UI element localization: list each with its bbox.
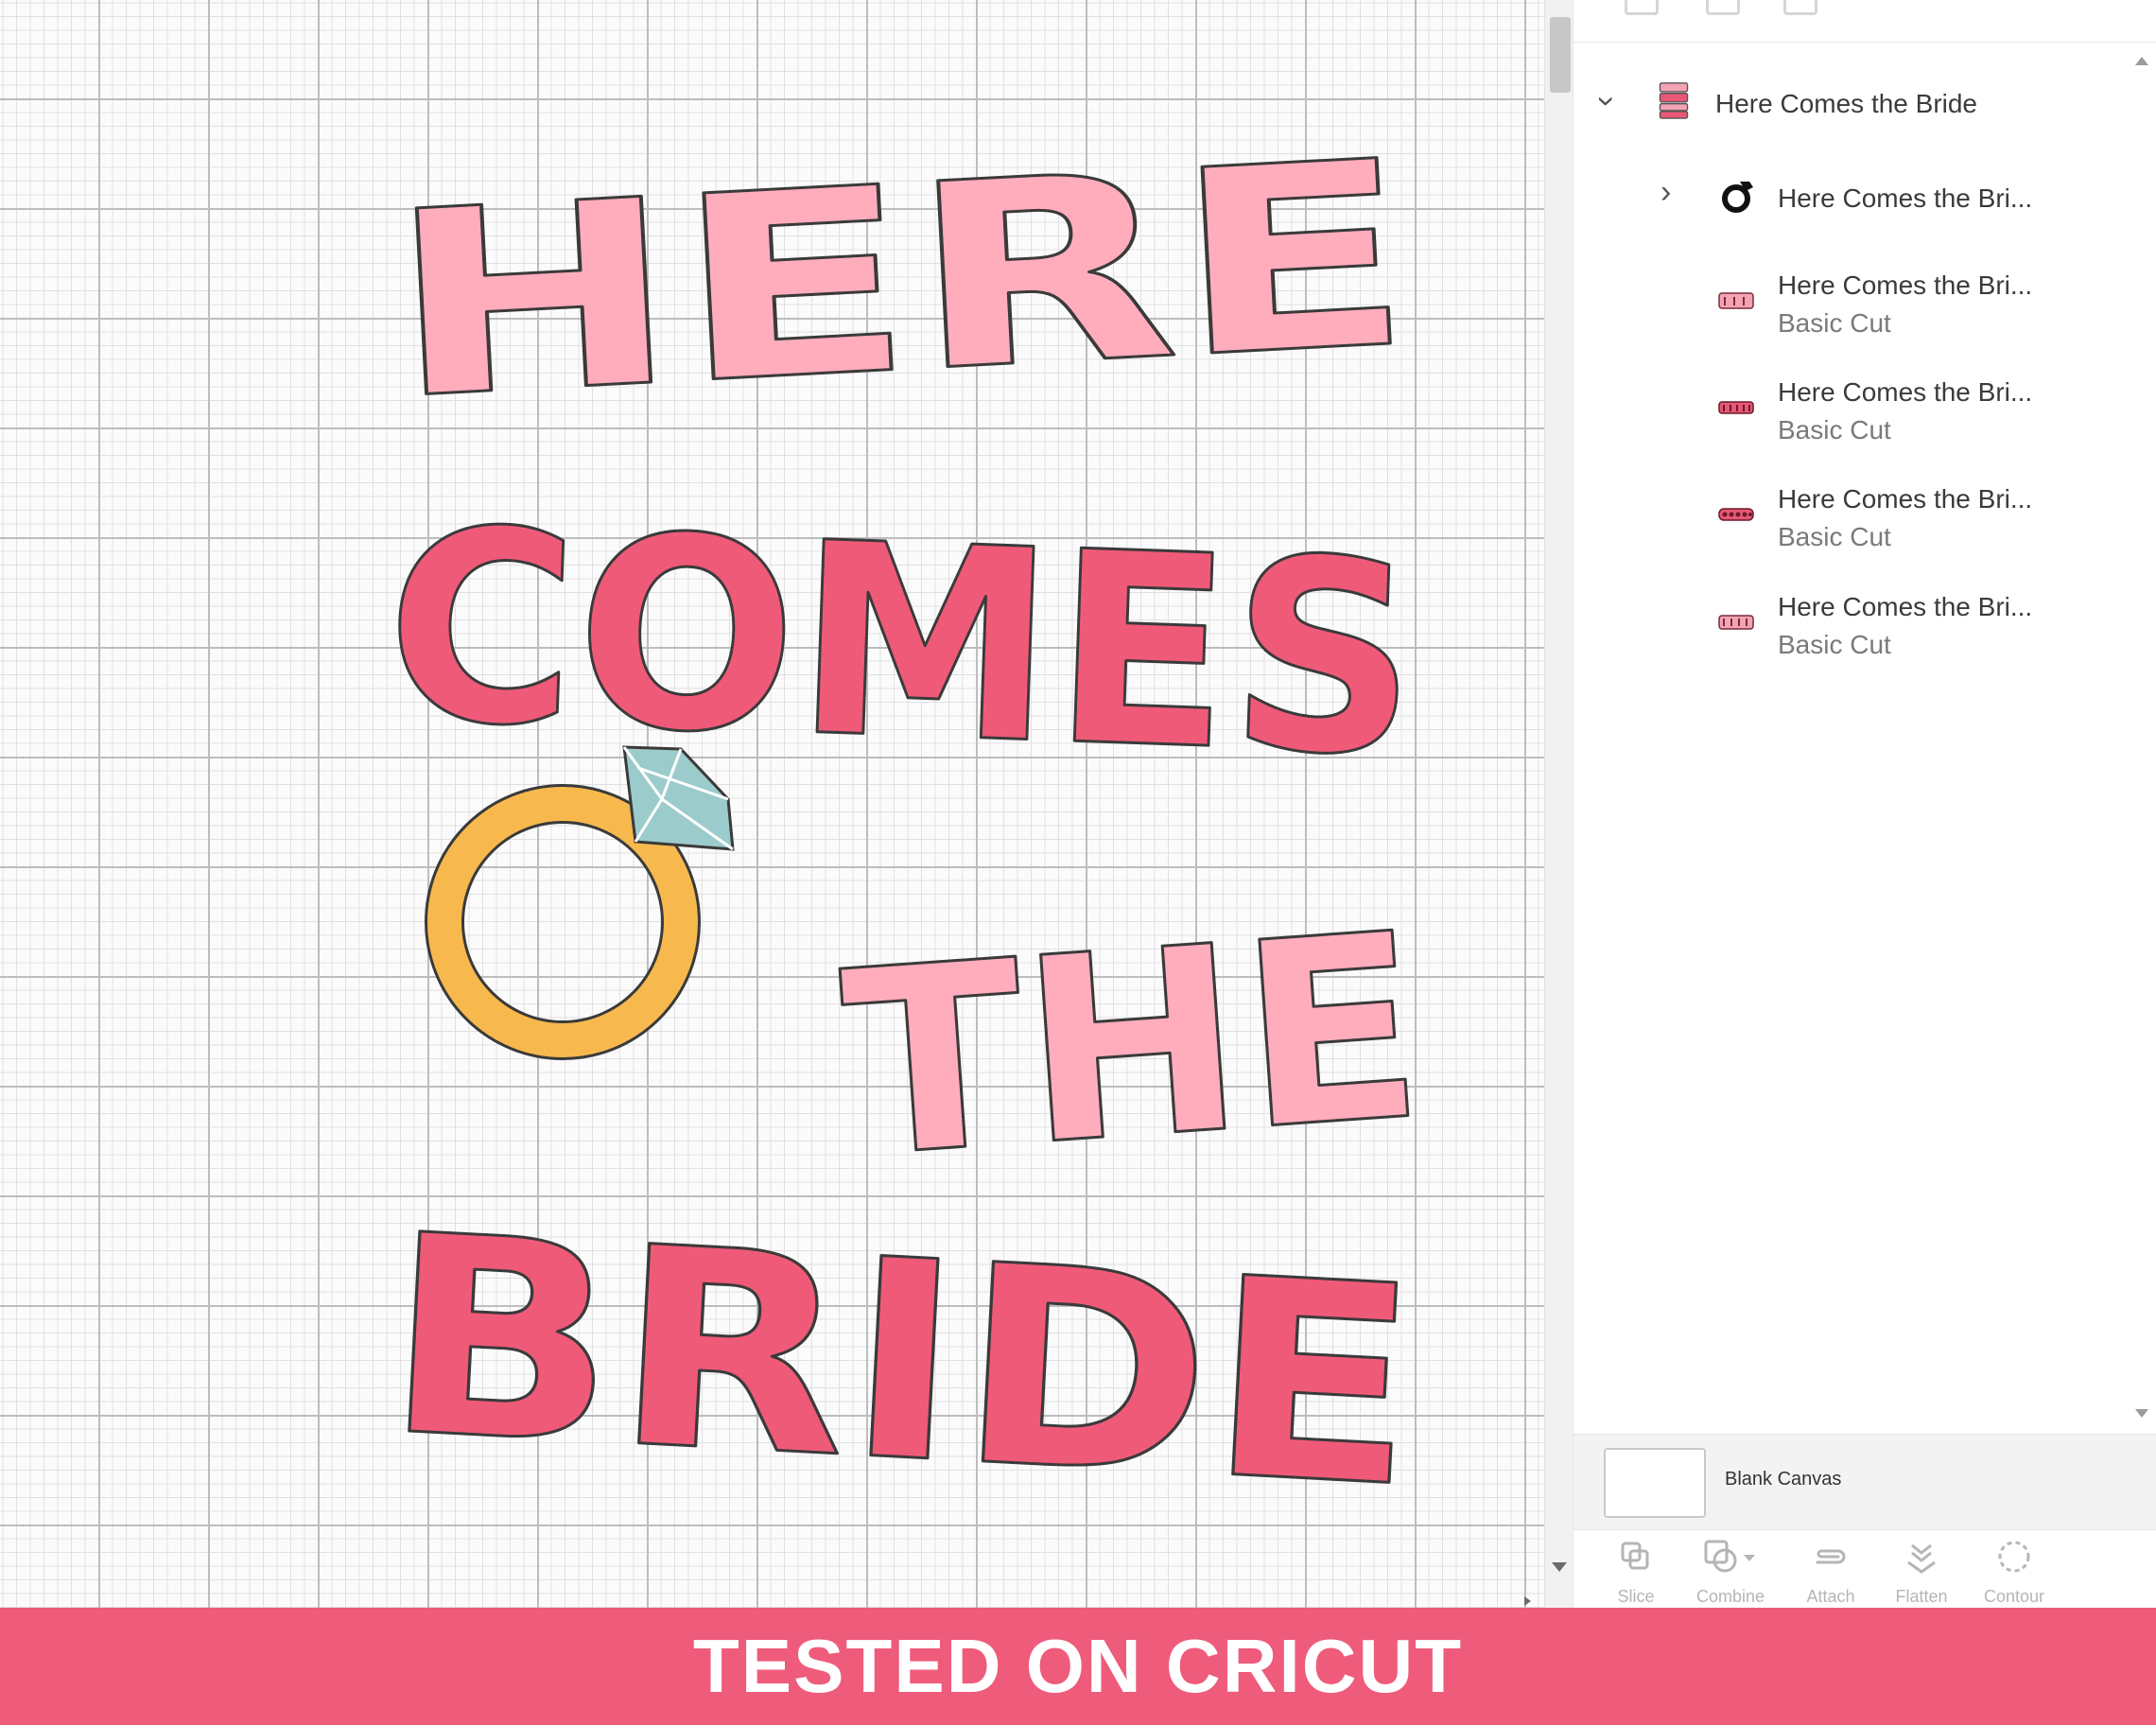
banner-text: TESTED ON CRICUT [692, 1624, 1464, 1708]
the-layer[interactable]: THE [833, 876, 1432, 1216]
here-thumb-icon [1718, 615, 1754, 630]
design-artwork[interactable]: HERE COMES THE BRIDE [0, 0, 1544, 1608]
scroll-up-arrow-icon[interactable] [2135, 57, 2148, 65]
flatten-icon [1907, 1543, 1936, 1574]
attach-button[interactable]: Attach [1783, 1538, 1878, 1607]
layer-name: Here Comes the Bri... [1778, 377, 2033, 407]
duplicate-icon[interactable] [1706, 0, 1740, 15]
layer-group-name: Here Comes the Bride [1715, 89, 1978, 118]
flatten-label: Flatten [1895, 1587, 1948, 1606]
group-icon[interactable] [1625, 0, 1659, 15]
bride-layer[interactable]: BRIDE [377, 1175, 1426, 1550]
blank-canvas-swatch[interactable] [1604, 1448, 1706, 1518]
layer-name: Here Comes the Bri... [1778, 484, 2033, 514]
blank-canvas-label: Blank Canvas [1725, 1469, 1842, 1490]
layers-toolbar: Slice Combine Attach Flatten Contour [1574, 1530, 2156, 1608]
layer-group-row[interactable]: › Here Comes the Bride [1574, 72, 2141, 138]
slice-button[interactable]: Slice [1589, 1538, 1683, 1607]
layer-name: Here Comes the Bri... [1778, 270, 2033, 300]
layers-list: › Here Comes the Bride › Here Comes the … [1574, 44, 2141, 1434]
scroll-right-arrow-icon[interactable] [1524, 1596, 1531, 1606]
layer-operation: Basic Cut [1778, 415, 1891, 444]
combine-icon [1704, 1540, 1755, 1573]
contour-icon [1998, 1541, 2030, 1573]
layer-operation: Basic Cut [1778, 522, 1891, 551]
ring-layer[interactable] [425, 745, 735, 1060]
comes-text: COMES [381, 472, 1422, 816]
flatten-button[interactable]: Flatten [1874, 1538, 1969, 1607]
layers-panel: › Here Comes the Bride › Here Comes the … [1573, 0, 2156, 1608]
here-layer[interactable]: HERE [381, 103, 1419, 457]
canvas-scroll-thumb[interactable] [1550, 17, 1571, 93]
layer-operation: Basic Cut [1778, 308, 1891, 338]
ring-thumb-icon [1722, 182, 1753, 213]
chevron-right-icon[interactable]: › [1660, 176, 1671, 208]
comes-layer[interactable]: COMES [380, 470, 1424, 817]
group-thumb-icon [1659, 82, 1689, 119]
the-text: THE [835, 878, 1431, 1215]
panel-top-toolbar [1574, 0, 2156, 43]
layer-row-ring[interactable]: › Here Comes the Bri... [1574, 166, 2141, 233]
slice-label: Slice [1617, 1587, 1655, 1606]
layer-row-bride[interactable]: Here Comes the Bri... Basic Cut [1574, 377, 2141, 453]
layer-row-the[interactable]: Here Comes the Bri... Basic Cut [1574, 270, 2141, 346]
here-text: HERE [383, 105, 1418, 456]
layer-row-comes[interactable]: Here Comes the Bri... Basic Cut [1574, 484, 2141, 560]
layer-name: Here Comes the Bri... [1778, 592, 2033, 621]
comes-thumb-icon [1718, 508, 1754, 521]
delete-icon[interactable] [1783, 0, 1817, 15]
scroll-down-arrow-icon[interactable] [1552, 1562, 1567, 1572]
attach-icon [1816, 1549, 1846, 1564]
layer-row-here[interactable]: Here Comes the Bri... Basic Cut [1574, 592, 2141, 668]
chevron-down-icon[interactable]: › [1590, 96, 1626, 106]
combine-label: Combine [1695, 1587, 1765, 1606]
layers-scrollbar[interactable] [2130, 44, 2155, 1434]
bride-thumb-icon [1718, 401, 1754, 414]
combine-button[interactable]: Combine [1683, 1538, 1778, 1607]
contour-button[interactable]: Contour [1967, 1538, 2061, 1607]
attach-label: Attach [1806, 1587, 1855, 1606]
layer-name: Here Comes the Bri... [1778, 183, 2033, 213]
scroll-down-arrow-icon[interactable] [2135, 1409, 2148, 1418]
design-canvas[interactable]: HERE COMES THE BRIDE [0, 0, 1544, 1608]
contour-label: Contour [1983, 1587, 2045, 1606]
tested-banner: TESTED ON CRICUT [0, 1608, 2156, 1725]
layer-operation: Basic Cut [1778, 630, 1891, 659]
slice-icon [1621, 1542, 1649, 1570]
the-thumb-icon [1718, 292, 1754, 309]
blank-canvas-row[interactable]: Blank Canvas [1574, 1434, 2156, 1530]
canvas-scrollbar[interactable] [1544, 0, 1574, 1608]
bride-text: BRIDE [378, 1176, 1424, 1549]
